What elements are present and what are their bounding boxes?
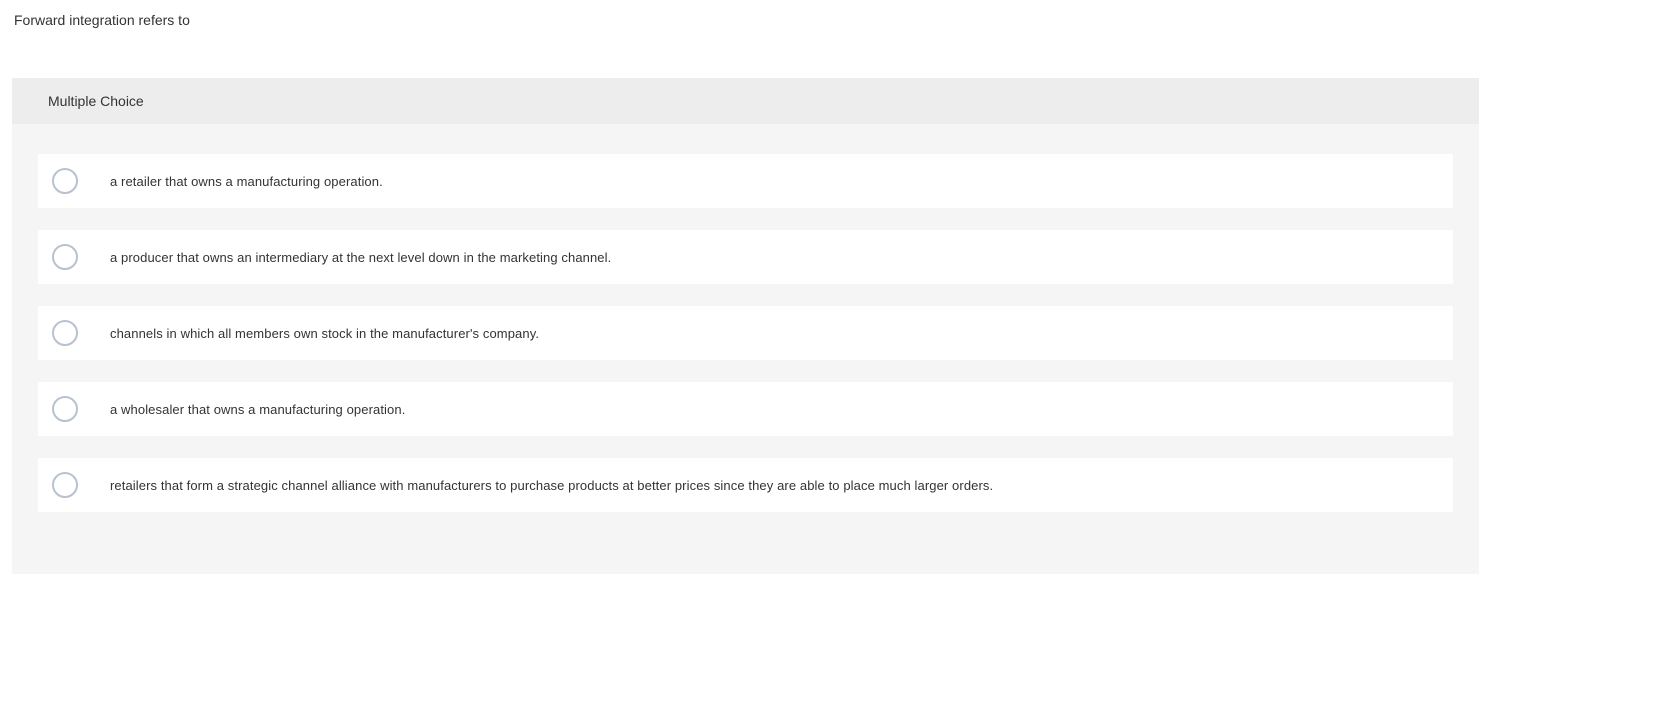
option-text: a wholesaler that owns a manufacturing o…	[110, 402, 405, 417]
radio-icon[interactable]	[52, 168, 78, 194]
option-text: channels in which all members own stock …	[110, 326, 539, 341]
radio-icon[interactable]	[52, 320, 78, 346]
option-row[interactable]: channels in which all members own stock …	[38, 306, 1453, 360]
question-text: Forward integration refers to	[14, 12, 1642, 28]
options-area: a retailer that owns a manufacturing ope…	[12, 124, 1479, 512]
option-text: a retailer that owns a manufacturing ope…	[110, 174, 383, 189]
option-row[interactable]: retailers that form a strategic channel …	[38, 458, 1453, 512]
option-text: a producer that owns an intermediary at …	[110, 250, 611, 265]
radio-icon[interactable]	[52, 472, 78, 498]
option-row[interactable]: a producer that owns an intermediary at …	[38, 230, 1453, 284]
mc-header: Multiple Choice	[12, 78, 1479, 124]
option-row[interactable]: a wholesaler that owns a manufacturing o…	[38, 382, 1453, 436]
multiple-choice-panel: Multiple Choice a retailer that owns a m…	[12, 78, 1479, 574]
option-text: retailers that form a strategic channel …	[110, 478, 993, 493]
option-row[interactable]: a retailer that owns a manufacturing ope…	[38, 154, 1453, 208]
radio-icon[interactable]	[52, 396, 78, 422]
question-container: Forward integration refers to Multiple C…	[0, 0, 1654, 586]
radio-icon[interactable]	[52, 244, 78, 270]
